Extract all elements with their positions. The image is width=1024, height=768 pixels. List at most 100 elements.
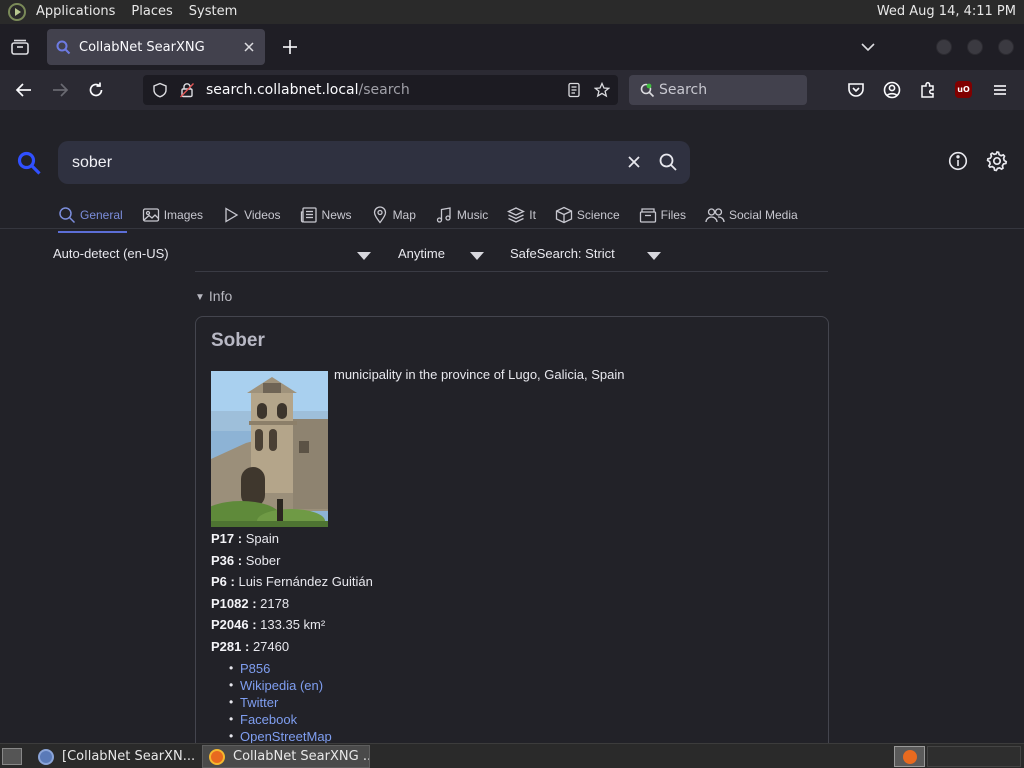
search-icon (59, 207, 76, 224)
people-icon (705, 208, 725, 223)
infobox-description: municipality in the province of Lugo, Ga… (334, 367, 625, 382)
bookmark-star-icon[interactable] (594, 82, 610, 98)
top-panel: Applications Places System Wed Aug 14, 4… (0, 0, 1024, 24)
language-dropdown-caret-icon[interactable] (357, 252, 371, 260)
time-range-caret-icon[interactable] (470, 252, 484, 260)
clear-search-icon[interactable] (625, 153, 643, 171)
places-menu[interactable]: Places (123, 0, 180, 24)
attribute-row: P281 : 27460 (211, 638, 290, 654)
tab-strip: CollabNet SearXNG (0, 24, 1024, 70)
browser-window-icon (38, 748, 54, 765)
category-news[interactable]: News (300, 200, 352, 230)
link-twitter[interactable]: Twitter (229, 694, 332, 711)
language-select[interactable]: Auto-detect (en-US) (53, 238, 169, 270)
searxng-logo-icon[interactable] (16, 150, 42, 176)
tracking-protection-shield-icon[interactable] (152, 82, 168, 98)
map-pin-icon (373, 206, 386, 224)
play-icon (225, 207, 239, 223)
time-range-select[interactable]: Anytime (398, 238, 445, 270)
category-it[interactable]: It (507, 200, 536, 230)
url-text: search.collabnet.local/search (206, 82, 410, 98)
layers-icon (507, 207, 526, 223)
attribute-row: P1082 : 2178 (211, 595, 290, 611)
newspaper-icon (300, 207, 317, 223)
attribute-row: P6 : Luis Fernández Guitián (211, 574, 373, 589)
infobox-title: Sober (211, 330, 265, 351)
preferences-gear-icon[interactable] (986, 150, 1008, 172)
attribute-row: P17 : Spain (211, 531, 279, 546)
workspace-switcher-1[interactable] (894, 746, 925, 767)
firefox-icon (209, 748, 225, 765)
maximize-window-button[interactable] (967, 39, 983, 55)
search-submit-icon[interactable] (658, 152, 678, 172)
reader-view-icon[interactable] (566, 82, 582, 98)
extensions-puzzle-icon[interactable] (918, 80, 938, 100)
forward-arrow-icon[interactable] (50, 80, 70, 100)
bottom-taskbar: [CollabNet SearXN... CollabNet SearXNG .… (0, 743, 1024, 768)
account-icon[interactable] (882, 80, 902, 100)
ublock-origin-icon[interactable]: uO (955, 81, 972, 98)
link-openstreetmap[interactable]: OpenStreetMap (229, 728, 332, 743)
music-icon (436, 207, 451, 223)
infobox-links: P856 Wikipedia (en) Twitter Facebook Ope… (229, 660, 332, 743)
search-query-input[interactable]: sober (72, 141, 112, 184)
category-map[interactable]: Map (371, 200, 416, 230)
close-window-button[interactable] (998, 39, 1014, 55)
category-files[interactable]: Files (639, 200, 686, 230)
navigation-toolbar: search.collabnet.local/search Search uO (0, 70, 1024, 110)
browser-search-placeholder: Search (659, 82, 708, 98)
back-arrow-icon[interactable] (14, 80, 34, 100)
lock-insecure-icon[interactable] (179, 82, 195, 98)
file-box-icon (639, 208, 656, 223)
show-desktop-button[interactable] (2, 748, 22, 765)
url-bar[interactable]: search.collabnet.local/search (143, 75, 618, 105)
infobox: Sober municipality in the province of Lu… (195, 316, 829, 743)
cube-icon (555, 206, 573, 224)
info-disclosure[interactable]: ▼ Info (195, 288, 232, 304)
taskbar-task-firefox-active[interactable]: CollabNet SearXNG ... (202, 745, 370, 768)
safesearch-select[interactable]: SafeSearch: Strict (510, 238, 615, 270)
taskbar-task-searxng-window[interactable]: [CollabNet SearXN... (32, 745, 198, 768)
workspace-switcher-2[interactable] (927, 746, 1021, 767)
category-images[interactable]: Images (142, 200, 203, 230)
applications-logo-icon[interactable] (8, 3, 26, 21)
about-info-icon[interactable] (948, 151, 968, 171)
category-general[interactable]: General (58, 200, 127, 233)
link-wikipedia[interactable]: Wikipedia (en) (229, 677, 332, 694)
new-tab-plus-icon[interactable] (280, 37, 300, 57)
header-divider (0, 228, 1024, 229)
infobox-attributes: P17 : Spain P36 : Sober P6 : Luis Fernán… (211, 529, 373, 658)
search-filters: Auto-detect (en-US) Anytime SafeSearch: … (0, 238, 1024, 272)
safesearch-caret-icon[interactable] (647, 252, 661, 260)
infobox-photo[interactable] (211, 371, 328, 527)
hamburger-menu-icon[interactable] (990, 80, 1010, 100)
tab-list-icon[interactable] (10, 37, 30, 57)
category-science[interactable]: Science (555, 200, 620, 230)
searxng-favicon-icon (56, 40, 71, 55)
link-facebook[interactable]: Facebook (229, 711, 332, 728)
firefox-mini-icon (903, 750, 917, 764)
applications-menu[interactable]: Applications (28, 0, 123, 24)
search-query-box[interactable]: sober (58, 141, 690, 184)
tab-collabnet-searxng[interactable]: CollabNet SearXNG (47, 29, 265, 65)
clock[interactable]: Wed Aug 14, 4:11 PM (873, 0, 1020, 24)
pocket-icon[interactable] (846, 80, 866, 100)
category-music[interactable]: Music (435, 200, 488, 230)
search-engine-icon[interactable] (639, 82, 655, 98)
reload-icon[interactable] (86, 80, 106, 100)
filters-divider (195, 271, 828, 272)
attribute-row: P2046 : 133.35 km² (211, 617, 326, 632)
link-p856[interactable]: P856 (229, 660, 332, 677)
system-menu[interactable]: System (181, 0, 245, 24)
close-tab-icon[interactable] (241, 39, 257, 55)
category-videos[interactable]: Videos (222, 200, 281, 230)
tab-title: CollabNet SearXNG (79, 39, 205, 55)
page-content: sober General Images Videos News Map Mus… (0, 110, 1024, 743)
attribute-row: P36 : Sober (211, 552, 281, 568)
disclosure-triangle-icon: ▼ (195, 292, 205, 303)
category-tabs: General Images Videos News Map Music It (58, 200, 817, 233)
category-social-media[interactable]: Social Media (705, 200, 798, 230)
minimize-window-button[interactable] (936, 39, 952, 55)
browser-search-bar[interactable]: Search (629, 75, 807, 105)
list-all-tabs-chevron-icon[interactable] (858, 37, 878, 57)
